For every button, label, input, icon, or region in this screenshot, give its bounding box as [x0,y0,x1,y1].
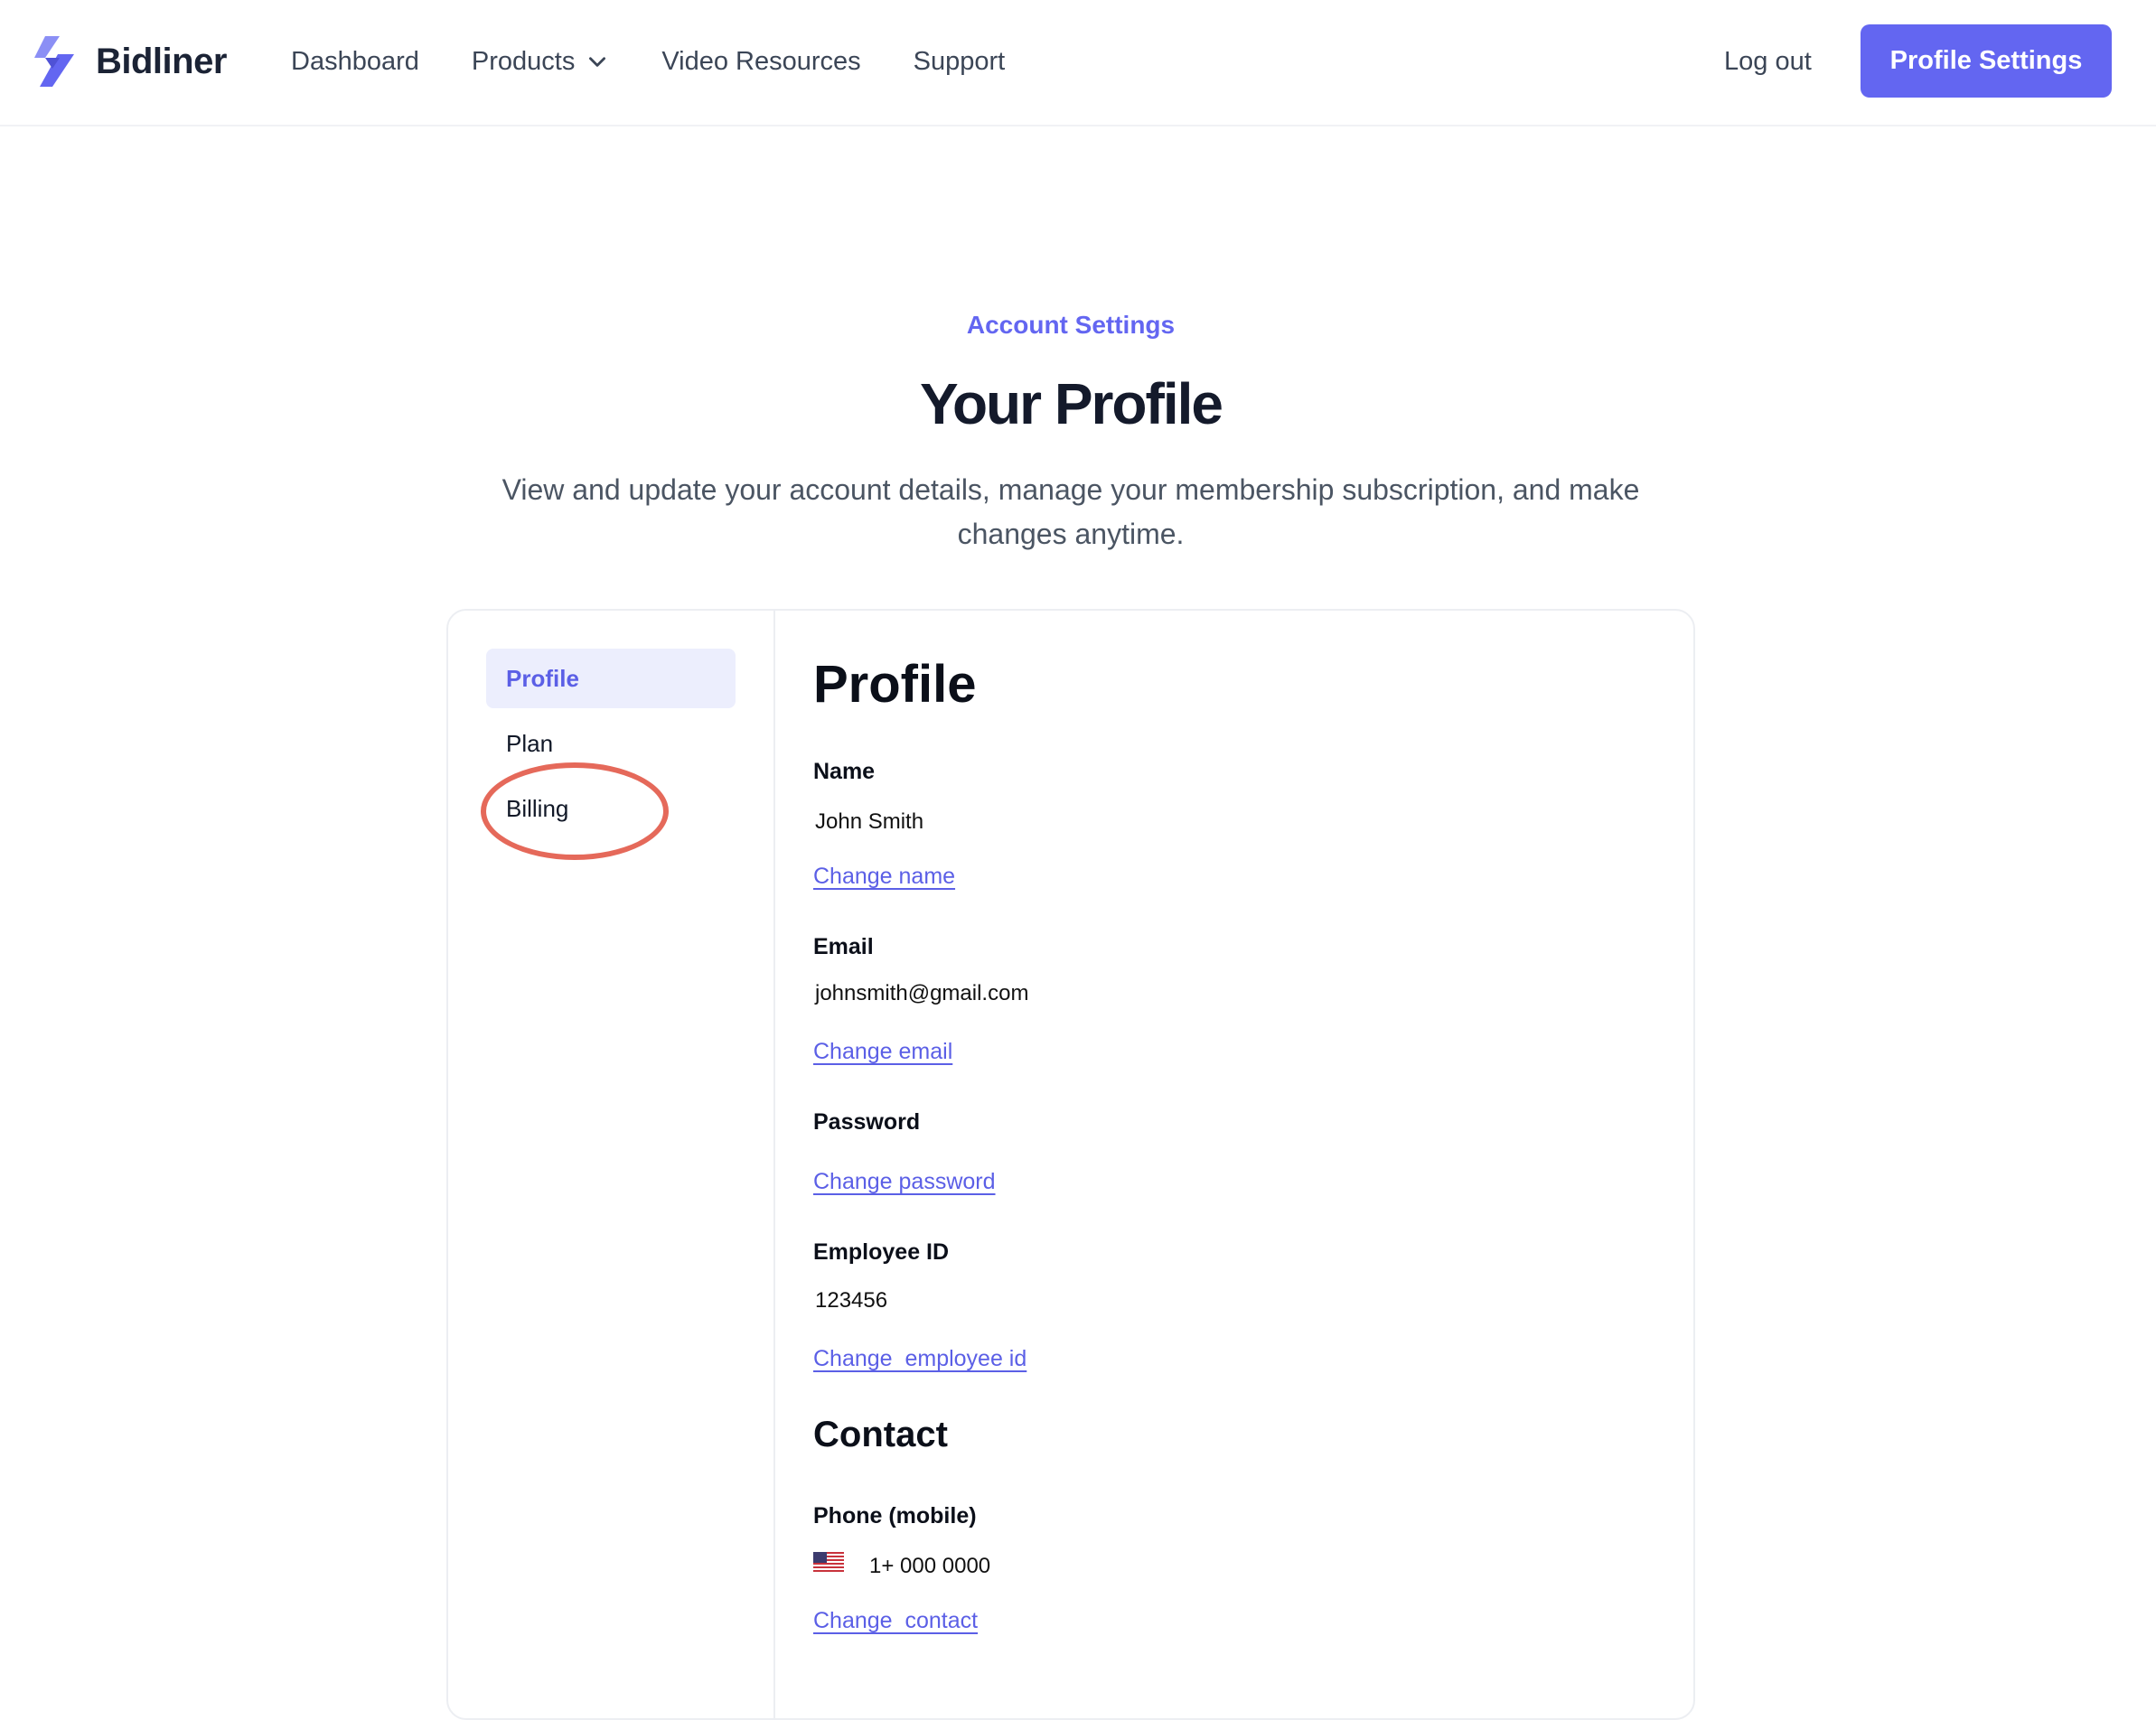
name-value: John Smith [815,809,924,834]
profile-heading: Profile [813,655,977,714]
logout-link[interactable]: Log out [1724,40,1812,83]
change-name-link[interactable]: Change name [813,864,955,890]
sidebar-item-label: Plan [506,729,554,757]
nav-support[interactable]: Support [914,47,1006,77]
nav-support-label: Support [913,46,1006,76]
change-employee-id-link[interactable]: Change employee id [813,1346,1026,1372]
password-label: Password [813,1109,921,1135]
section-eyebrow: Account Settings [966,311,1176,339]
nav-video-resources-label: Video Resources [661,46,861,76]
main-nav: Dashboard Products Video Resources Suppo… [291,40,1057,83]
sidebar-item-label: Billing [506,794,569,822]
nav-video-resources[interactable]: Video Resources [661,47,860,77]
top-navbar: Bidliner Dashboard Products Video Resour… [0,0,2156,126]
phone-label: Phone (mobile) [813,1503,977,1528]
bidliner-logo-icon [34,36,74,87]
sidebar-item-label: Profile [506,664,579,692]
page-subtitle: View and update your account details, ma… [502,473,1640,550]
phone-value: 1+ 000 0000 [869,1554,991,1578]
employee-id-label: Employee ID [813,1239,950,1265]
email-label: Email [813,934,874,959]
contact-heading: Contact [813,1415,948,1454]
change-contact-link[interactable]: Change contact [813,1608,978,1634]
sidebar-item-plan[interactable]: Plan [486,714,736,773]
page-title: Your Profile [920,371,1223,436]
us-flag-icon [813,1552,844,1572]
brand-logo[interactable]: Bidliner [33,33,227,90]
sidebar-item-billing[interactable]: Billing [486,779,736,838]
nav-products-label: Products [471,46,576,76]
nav-dashboard-label: Dashboard [291,46,419,76]
name-label: Name [813,759,876,784]
profile-settings-button[interactable]: Profile Settings [1861,24,2112,98]
account-settings-card: Profile Plan Billing Profile Name John S… [446,609,1695,1720]
sidebar-item-profile[interactable]: Profile [486,649,736,708]
change-password-link[interactable]: Change password [813,1169,996,1195]
email-value: johnsmith@gmail.com [815,981,1029,1005]
card-divider [773,611,775,1718]
nav-dashboard[interactable]: Dashboard [291,47,419,77]
settings-sidebar: Profile Plan Billing [481,649,736,860]
change-email-link[interactable]: Change email [813,1039,952,1065]
brand-name: Bidliner [96,41,227,81]
nav-products-dropdown[interactable]: Products [472,47,609,77]
chevron-down-icon [589,57,606,67]
employee-id-value: 123456 [815,1288,888,1313]
